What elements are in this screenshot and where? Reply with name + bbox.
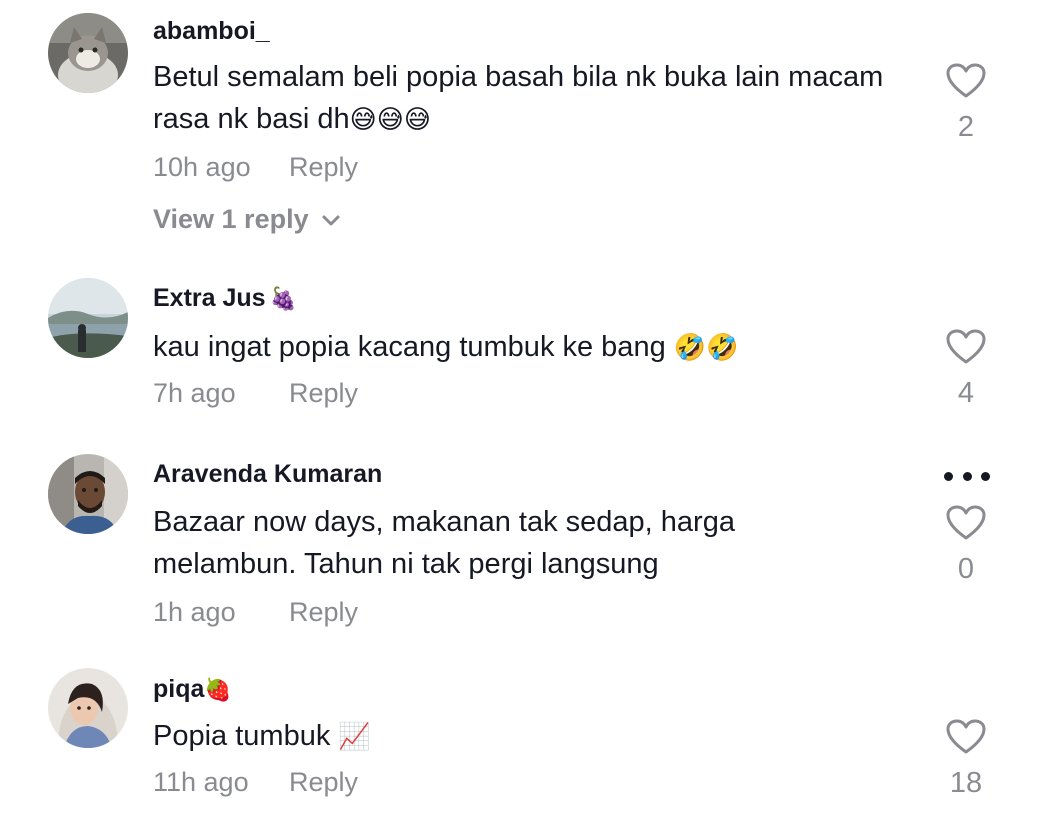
heart-outline-icon[interactable] [940,719,992,760]
emoji: 📈 [338,721,371,751]
reply-button[interactable]: Reply [289,376,358,410]
comment-meta: 1h ago Reply [153,595,913,629]
username-emoji-badge: 🍇 [269,286,297,311]
emoji: 🤣🤣 [673,332,739,362]
username-text: Extra Jus [153,284,266,312]
username-text: piqa [153,675,205,703]
heart-outline-icon[interactable] [940,505,992,546]
comment-meta: 7h ago Reply [153,376,913,410]
comment-username[interactable]: Aravenda Kumaran [153,459,913,489]
reply-button[interactable]: Reply [289,150,358,184]
like-count: 4 [957,377,975,409]
like-count: 18 [949,767,983,799]
comment-timestamp: 11h ago [153,767,249,797]
comment-text-content: Popia tumbuk [153,720,339,752]
avatar[interactable] [48,13,128,93]
comment-username[interactable]: piqa🍓 [153,674,913,705]
reply-button[interactable]: Reply [289,765,358,799]
more-dot [962,471,972,481]
username-text: abamboi_ [153,17,270,45]
comment-text: Popia tumbuk 📈 [153,715,913,757]
comment-timestamp: 7h ago [153,378,236,408]
like-count: 2 [957,111,975,143]
emoji: 😅😅😅 [349,104,431,134]
like-count: 0 [957,553,975,585]
more-dot [981,471,990,481]
comment-text: Bazaar now days, makanan tak sedap, harg… [153,501,853,585]
avatar[interactable] [48,454,128,534]
comment-meta: 11h ago Reply [153,765,913,799]
like-button[interactable]: 4 [940,329,992,410]
comment-text: kau ingat popia kacang tumbuk ke bang 🤣🤣 [153,326,913,368]
username-text: Aravenda Kumaran [153,460,383,488]
comment-text-content: Bazaar now days, makanan tak sedap, harg… [153,506,735,580]
like-button[interactable]: 18 [940,719,992,800]
heart-outline-icon[interactable] [940,63,992,104]
username-emoji-badge: 🍓 [204,677,232,702]
avatar[interactable] [48,668,128,748]
more-dot [944,471,953,481]
more-horizontal-icon[interactable] [944,466,990,486]
like-button[interactable]: 2 [940,63,992,144]
comment-text-content: Betul semalam beli popia basah bila nk b… [153,61,884,135]
comment-timestamp: 10h ago [153,152,251,182]
comment-text: Betul semalam beli popia basah bila nk b… [153,56,913,140]
chevron-down-icon [321,202,341,236]
reply-button[interactable]: Reply [289,595,358,629]
view-replies-button[interactable]: View 1 reply [153,202,341,236]
comment-username[interactable]: abamboi_ [153,16,913,46]
like-button[interactable]: 0 [940,505,992,586]
avatar[interactable] [48,278,128,358]
comment-meta: 10h ago Reply [153,150,913,184]
comment-text-content: kau ingat popia kacang tumbuk ke bang [153,331,674,363]
heart-outline-icon[interactable] [940,329,992,370]
view-replies-label: View 1 reply [153,204,309,234]
comment-username[interactable]: Extra Jus 🍇 [153,283,913,314]
comment-timestamp: 1h ago [153,597,236,627]
